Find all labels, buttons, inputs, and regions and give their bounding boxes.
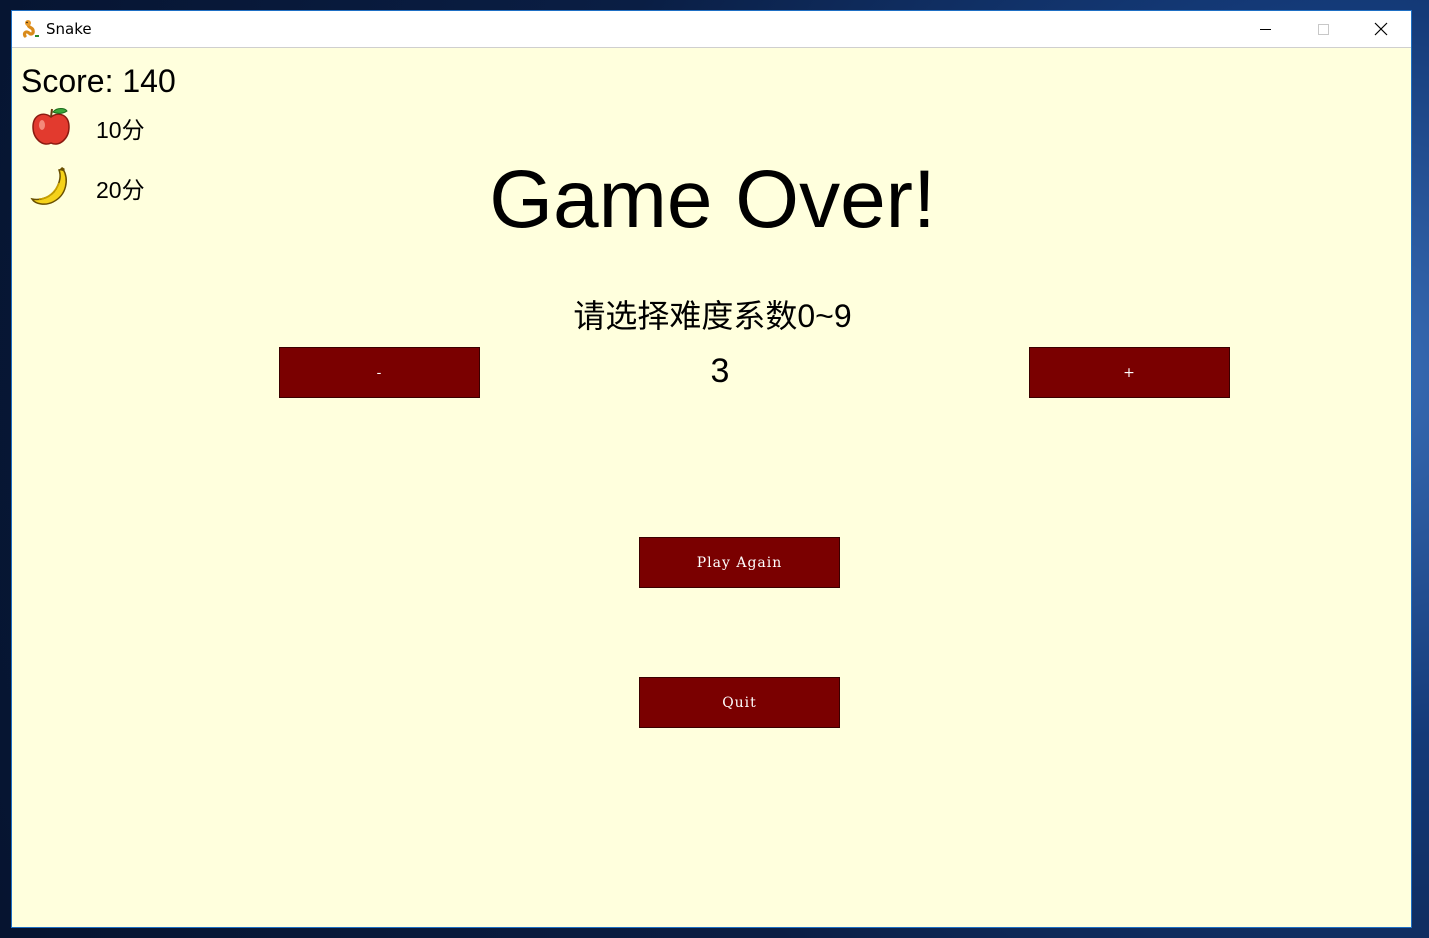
maximize-icon — [1317, 23, 1329, 35]
quit-button[interactable]: Quit — [639, 677, 840, 728]
title-bar[interactable]: Snake — [12, 11, 1411, 48]
play-again-button[interactable]: Play Again — [639, 537, 840, 588]
window-title: Snake — [46, 20, 92, 38]
difficulty-value: 3 — [710, 352, 730, 390]
maximize-button[interactable] — [1294, 11, 1352, 47]
minimize-button[interactable] — [1236, 11, 1294, 47]
minimize-icon — [1259, 28, 1271, 30]
score-display: Score: 140 — [21, 63, 176, 99]
apple-icon — [29, 105, 73, 149]
increase-difficulty-button[interactable]: + — [1029, 347, 1230, 398]
difficulty-prompt: 请选择难度系数0~9 — [573, 298, 852, 334]
close-icon — [1374, 22, 1388, 36]
apple-points: 10分 — [96, 117, 145, 143]
decrease-difficulty-button[interactable]: - — [279, 347, 480, 398]
game-window: Snake Score: 140 10分 20分 Game Over! 请选择难… — [11, 10, 1412, 928]
close-button[interactable] — [1352, 11, 1410, 47]
game-over-heading: Game Over! — [489, 154, 936, 245]
snake-icon — [21, 19, 41, 39]
